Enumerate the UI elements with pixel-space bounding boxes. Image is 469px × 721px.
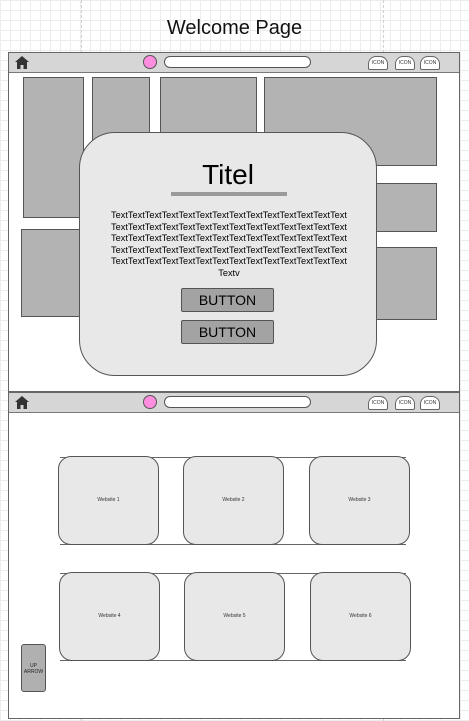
up-arrow-button[interactable]: UP ARROW [21, 644, 46, 692]
status-dot [143, 395, 157, 409]
toolbar-icon-button[interactable]: ICON [368, 396, 388, 410]
page-title: Welcome Page [166, 17, 303, 39]
website-card[interactable]: Website 1 [58, 456, 159, 545]
browser-toolbar: ICON ICON ICON [9, 393, 459, 413]
home-icon[interactable] [15, 396, 29, 409]
website-card[interactable]: Website 5 [184, 572, 285, 661]
modal-title: Titel [202, 159, 254, 190]
modal-body-text: TextTextTextTextTextTextTextTextTextText… [111, 210, 347, 278]
browser-frame-bottom: ICON ICON ICON [8, 392, 460, 719]
website-card[interactable]: Website 3 [309, 456, 410, 545]
content-block [21, 229, 85, 317]
title-underline [171, 192, 287, 196]
toolbar-icon-button[interactable]: ICON [395, 56, 415, 70]
website-card[interactable]: Website 4 [59, 572, 160, 661]
address-bar[interactable] [164, 56, 311, 68]
toolbar-icon-button[interactable]: ICON [420, 56, 440, 70]
address-bar[interactable] [164, 396, 311, 408]
website-card[interactable]: Website 2 [183, 456, 284, 545]
content-block [376, 183, 437, 232]
toolbar-icon-button[interactable]: ICON [368, 56, 388, 70]
toolbar-icon-button[interactable]: ICON [395, 396, 415, 410]
secondary-button[interactable]: BUTTON [181, 320, 274, 344]
browser-toolbar: ICON ICON ICON [9, 53, 459, 73]
up-arrow-label: ARROW [23, 669, 44, 675]
content-block [376, 247, 437, 320]
content-block [23, 77, 84, 218]
home-icon[interactable] [15, 56, 29, 69]
primary-button[interactable]: BUTTON [181, 288, 274, 312]
website-card[interactable]: Website 6 [310, 572, 411, 661]
toolbar-icon-button[interactable]: ICON [420, 396, 440, 410]
status-dot [143, 55, 157, 69]
welcome-modal: Titel TextTextTextTextTextTextTextTextTe… [79, 132, 377, 376]
